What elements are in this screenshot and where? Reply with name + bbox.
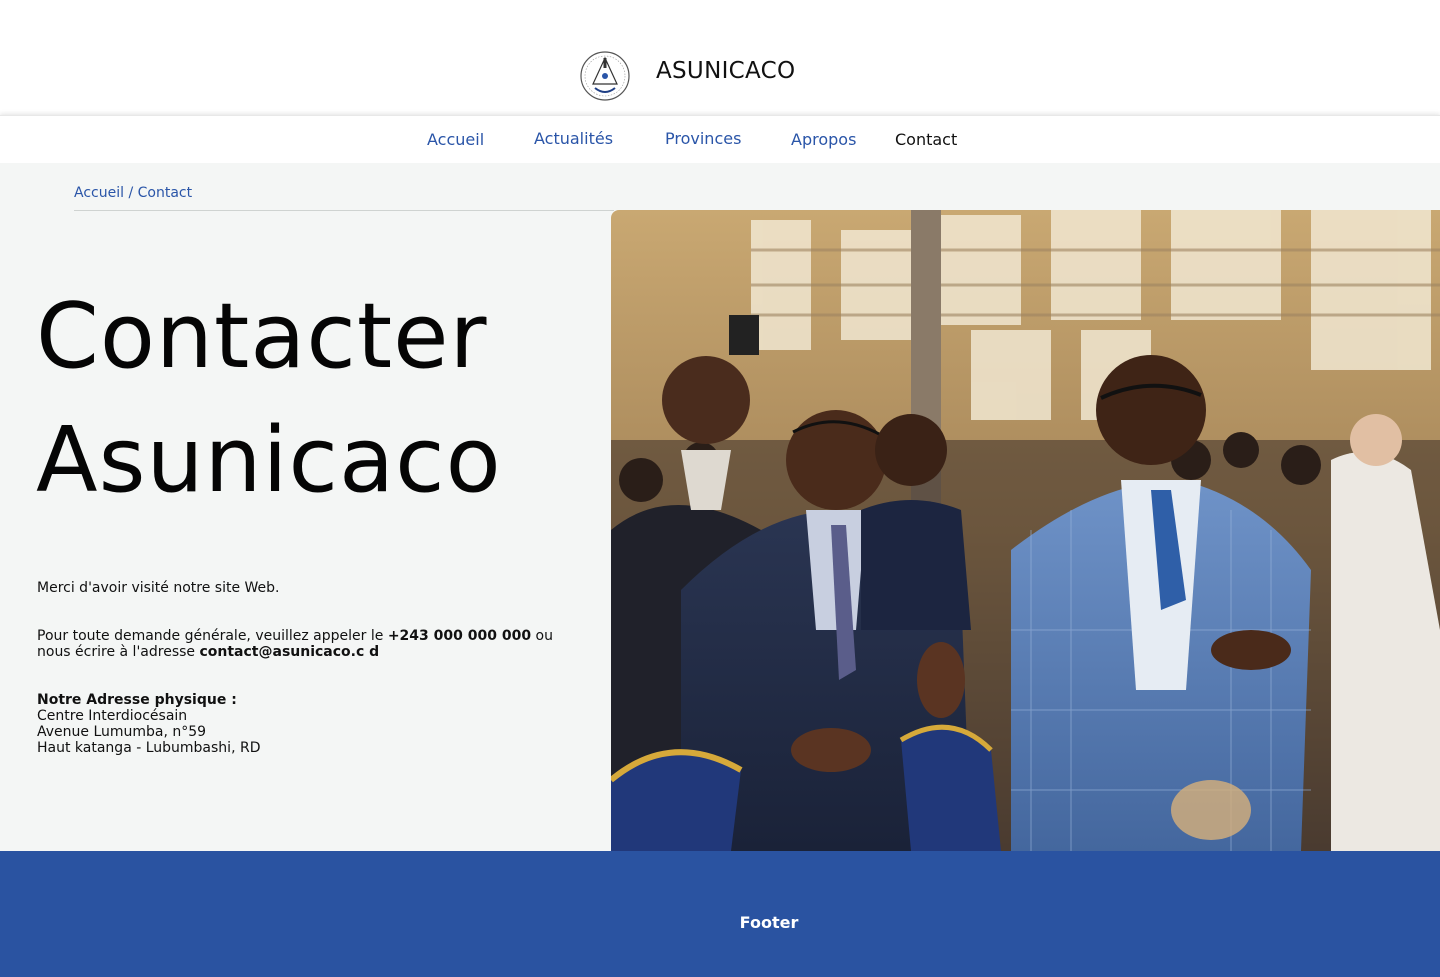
address-line-3: Haut katanga - Lubumbashi, RD — [37, 740, 261, 756]
site-header: ASUNICACO — [0, 0, 1440, 115]
inquiry-middle: ou — [531, 628, 553, 644]
asunicaco-logo-icon[interactable] — [577, 50, 633, 102]
contact-section: Accueil / Contact Contacter Asunicaco Me… — [0, 163, 1440, 851]
main-nav: Accueil Actualités Provinces Apropos Con… — [0, 115, 1440, 164]
nav-item-actualites[interactable]: Actualités — [534, 129, 613, 148]
page-title: Contacter Asunicaco — [36, 275, 502, 523]
title-line-1: Contacter — [36, 284, 488, 389]
brand-name[interactable]: ASUNICACO — [656, 58, 795, 84]
title-line-2: Asunicaco — [36, 408, 502, 513]
site-footer: Footer — [0, 851, 1440, 977]
congregation-worship-photo — [611, 210, 1440, 851]
breadcrumb-divider — [74, 210, 614, 211]
phone-number[interactable]: +243 000 000 000 — [388, 628, 531, 644]
nav-item-provinces[interactable]: Provinces — [665, 129, 741, 148]
breadcrumb: Accueil / Contact — [74, 185, 192, 201]
footer-label: Footer — [739, 913, 799, 932]
breadcrumb-separator: / — [124, 185, 138, 201]
inquiry-prefix: Pour toute demande générale, veuillez ap… — [37, 628, 388, 644]
thanks-text: Merci d'avoir visité notre site Web. — [37, 580, 280, 596]
nav-item-apropos[interactable]: Apropos — [791, 130, 856, 149]
nav-item-accueil[interactable]: Accueil — [427, 130, 484, 149]
breadcrumb-home[interactable]: Accueil — [74, 185, 124, 201]
breadcrumb-current: Contact — [137, 185, 193, 201]
address-line-2: Avenue Lumumba, n°59 — [37, 724, 207, 740]
address-label: Notre Adresse physique : — [37, 692, 237, 708]
address-block: Notre Adresse physique : Centre Interdio… — [37, 692, 260, 756]
address-line-1: Centre Interdiocésain — [37, 708, 188, 724]
nav-item-contact[interactable]: Contact — [895, 130, 957, 149]
inquiry-line2-prefix: nous écrire à l'adresse — [37, 644, 200, 660]
inquiry-text: Pour toute demande générale, veuillez ap… — [37, 628, 553, 660]
email-address[interactable]: contact@asunicaco.c d — [199, 644, 379, 660]
